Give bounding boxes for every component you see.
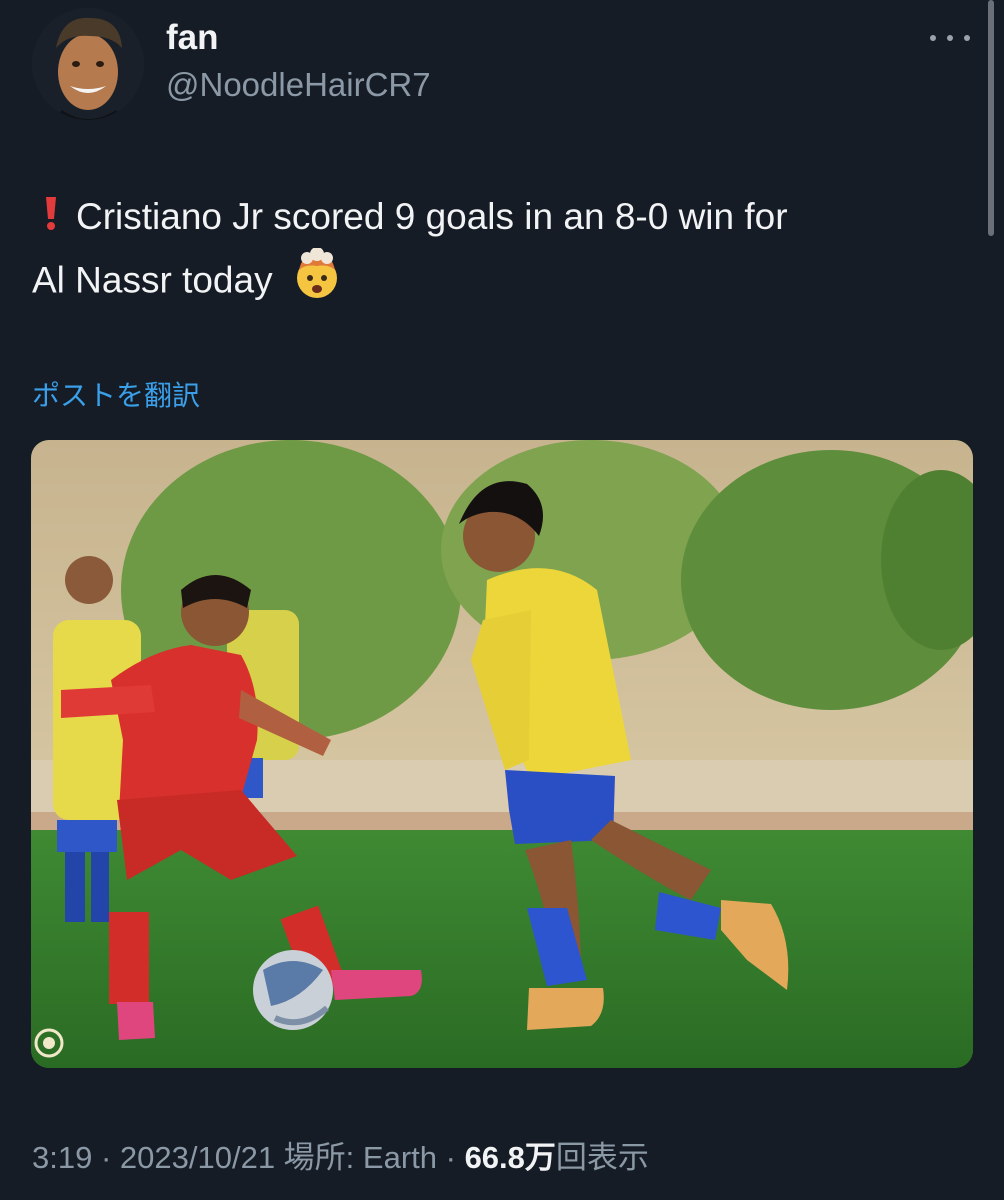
avatar-image — [32, 8, 144, 120]
tweet-date[interactable]: 2023/10/21 — [120, 1140, 275, 1175]
tweet-media-image[interactable] — [31, 440, 973, 1068]
tweet-text-line1: Cristiano Jr scored 9 goals in an 8-0 wi… — [76, 196, 788, 237]
meta-separator: · — [437, 1140, 465, 1175]
exploding-head-emoji — [291, 247, 343, 317]
author-handle[interactable]: @NoodleHairCR7 — [166, 66, 431, 104]
meta-separator: · — [92, 1140, 120, 1175]
tweet-text: Cristiano Jr scored 9 goals in an 8-0 wi… — [32, 188, 972, 317]
scrollbar[interactable] — [988, 0, 994, 236]
views-label[interactable]: 回表示 — [556, 1140, 649, 1175]
exclamation-icon — [44, 190, 58, 248]
avatar[interactable] — [32, 8, 144, 120]
tweet-location: 場所: Earth — [275, 1140, 437, 1175]
translate-link[interactable]: ポストを翻訳 — [32, 374, 200, 414]
tweet-time[interactable]: 3:19 — [32, 1140, 92, 1175]
views-count[interactable]: 66.8万 — [465, 1140, 556, 1175]
tweet-text-line2: Al Nassr today — [32, 259, 273, 301]
more-icon[interactable] — [930, 28, 970, 48]
author-display-name[interactable]: fan — [166, 18, 219, 58]
tweet-meta: 3:19 · 2023/10/21 場所: Earth · 66.8万回表示 — [32, 1132, 649, 1177]
soccer-photo — [31, 440, 973, 1068]
